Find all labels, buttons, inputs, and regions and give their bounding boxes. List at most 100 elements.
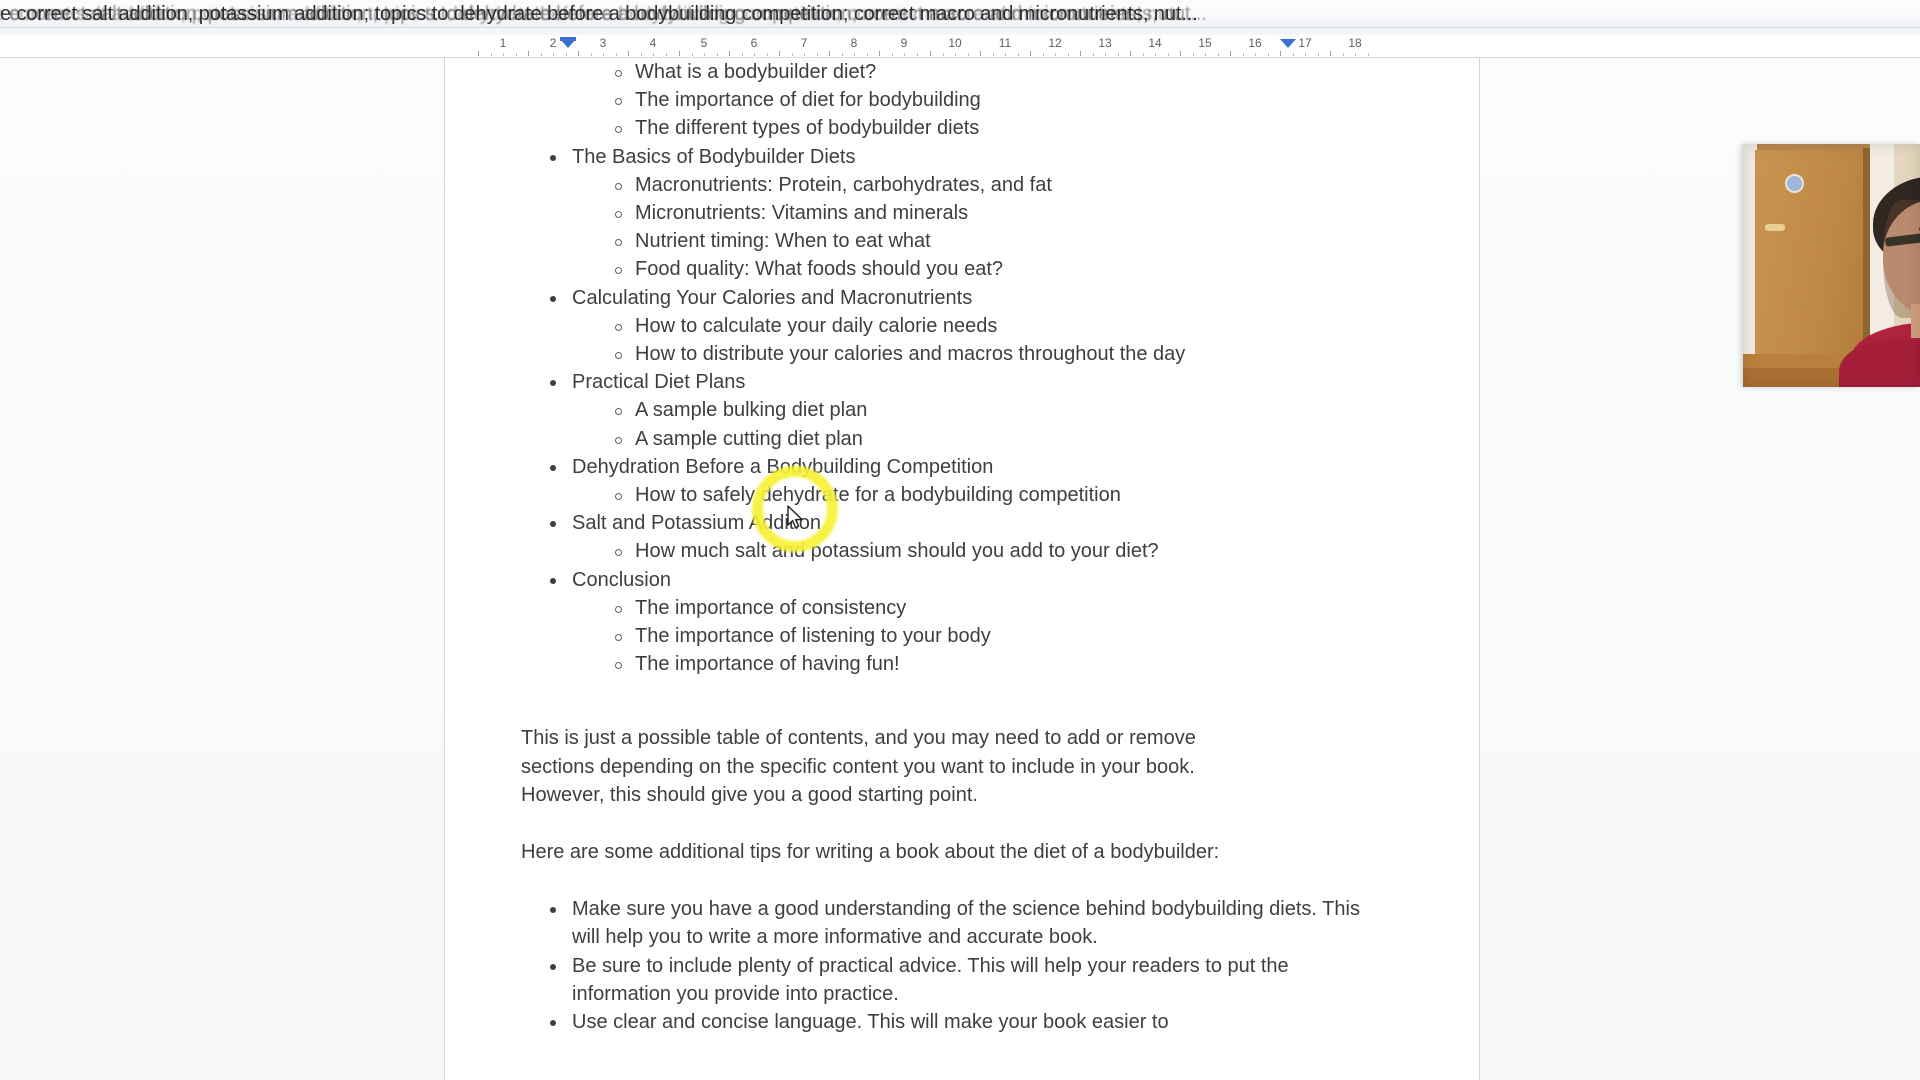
right-indent-marker[interactable] xyxy=(1280,39,1296,48)
outline-item-level2[interactable]: How much salt and potassium should you a… xyxy=(445,537,1479,565)
outline-item-level2[interactable]: The importance of diet for bodybuilding xyxy=(445,86,1479,114)
ruler-tick-label: 11 xyxy=(998,36,1012,50)
title-bar-text: e correct salt addition, potassium addit… xyxy=(0,3,1198,25)
outline-item-level2[interactable]: What is a bodybuilder diet? xyxy=(445,58,1479,86)
ruler-minor-tick xyxy=(1205,53,1206,56)
ruler-minor-tick xyxy=(691,53,693,56)
outline-item-level2[interactable]: How to distribute your calories and macr… xyxy=(445,340,1479,368)
tip-list-item[interactable]: Be sure to include plenty of practical a… xyxy=(445,952,1402,1008)
document-page[interactable]: What is a bodybuilder diet? The importanc… xyxy=(444,58,1480,1080)
ruler-minor-tick xyxy=(804,53,805,56)
ruler-tick xyxy=(1130,51,1131,56)
ruler-minor-tick xyxy=(1167,53,1169,56)
ruler-minor-tick xyxy=(1055,53,1056,56)
ruler-tick-label: 12 xyxy=(1048,36,1062,50)
ruler-left-margin xyxy=(0,35,444,57)
outline-item-level1[interactable]: Dehydration Before a Bodybuilding Compet… xyxy=(445,453,1479,481)
outline-item-level1[interactable]: The Basics of Bodybuilder Diets xyxy=(445,143,1479,171)
document-ruler[interactable]: 21123456789101112131415161718 xyxy=(444,35,1478,57)
ruler-minor-tick xyxy=(615,53,617,56)
ruler-minor-tick xyxy=(866,53,868,56)
outline-item-level1[interactable]: Practical Diet Plans xyxy=(445,368,1479,396)
ruler-tick-label: 6 xyxy=(750,36,758,50)
ruler-tick xyxy=(1080,51,1081,56)
outline-item-level2[interactable]: How to calculate your daily calorie need… xyxy=(445,312,1479,340)
paragraph-tips-intro: Here are some additional tips for writin… xyxy=(521,841,1220,864)
ruler-minor-tick xyxy=(967,53,969,56)
outline-item-level1[interactable]: Salt and Potassium Addition xyxy=(445,509,1479,537)
ruler-tick-label: 10 xyxy=(948,36,962,50)
outline-item-level2[interactable]: The importance of having fun! xyxy=(445,650,1479,678)
ruler-minor-tick xyxy=(1155,53,1156,56)
ruler-minor-tick xyxy=(1267,53,1269,56)
tip-list-item[interactable]: Make sure you have a good understanding … xyxy=(445,895,1402,951)
outline-item-level2[interactable]: Macronutrients: Protein, carbohydrates, … xyxy=(445,171,1479,199)
tip-list-item[interactable]: Use clear and concise language. This wil… xyxy=(445,1008,1402,1036)
ruler-tick-label: 2 xyxy=(549,36,557,50)
ruler-minor-tick xyxy=(1017,53,1019,56)
ruler-tick xyxy=(1180,51,1181,56)
ruler-tick xyxy=(1280,51,1281,56)
ruler-minor-tick xyxy=(992,53,994,56)
ruler-minor-tick xyxy=(891,53,893,56)
ruler-minor-tick xyxy=(942,53,944,56)
ruler-minor-tick xyxy=(1005,53,1006,56)
outline-item-level2[interactable]: How to safely dehydrate for a bodybuildi… xyxy=(445,481,1479,509)
ruler-tick-label: 13 xyxy=(1098,36,1112,50)
ruler-minor-tick xyxy=(590,53,592,56)
ruler-tick-label: 1 xyxy=(499,36,507,50)
ruler-minor-tick xyxy=(1067,53,1069,56)
outline-item-level2[interactable]: The different types of bodybuilder diets xyxy=(445,114,1479,142)
outline-item-level2[interactable]: A sample bulking diet plan xyxy=(445,396,1479,424)
outline-item-level2[interactable]: A sample cutting diet plan xyxy=(445,425,1479,453)
ruler-tick xyxy=(1230,51,1231,56)
ruler-tick-label: 4 xyxy=(649,36,657,50)
ruler-minor-tick xyxy=(1142,53,1144,56)
outline-item-level1[interactable]: Conclusion xyxy=(445,566,1479,594)
outline-item-level2[interactable]: The importance of listening to your body xyxy=(445,622,1479,650)
ruler-minor-tick xyxy=(704,53,705,56)
ruler-minor-tick xyxy=(1292,53,1294,56)
ruler-minor-tick xyxy=(904,53,905,56)
left-indent-bar[interactable] xyxy=(560,37,576,41)
paragraph-note: This is just a possible table of content… xyxy=(521,727,1196,806)
ruler-minor-tick xyxy=(1367,53,1369,56)
outline-item-level1[interactable]: Calculating Your Calories and Macronutri… xyxy=(445,284,1479,312)
ruler-minor-tick xyxy=(766,53,768,56)
outline-item-level2[interactable]: Food quality: What foods should you eat? xyxy=(445,255,1479,283)
outline-item-level2[interactable]: Micronutrients: Vitamins and minerals xyxy=(445,199,1479,227)
table-of-contents-outline: What is a bodybuilder diet? The importanc… xyxy=(445,58,1479,678)
webcam-overlay[interactable] xyxy=(1743,144,1920,387)
ruler-tick-label: 8 xyxy=(850,36,858,50)
ruler-minor-tick xyxy=(955,53,956,56)
ruler-right-margin xyxy=(1478,35,1920,57)
ruler-tick xyxy=(1330,51,1331,56)
window-title-bar: e correct salt addition, potassium addit… xyxy=(0,0,1920,28)
ruler-minor-tick xyxy=(1105,53,1106,56)
ruler-minor-tick xyxy=(553,53,554,56)
ruler-minor-tick xyxy=(1192,53,1194,56)
document-body[interactable]: What is a bodybuilder diet? The importanc… xyxy=(445,58,1479,1036)
ruler-tick xyxy=(980,51,981,56)
ruler-minor-tick xyxy=(1217,53,1219,56)
ruler-minor-tick xyxy=(1255,53,1256,56)
outline-item-level2[interactable]: Nutrient timing: When to eat what xyxy=(445,227,1479,255)
ruler-minor-tick xyxy=(1042,53,1044,56)
ruler-minor-tick xyxy=(1342,53,1344,56)
ruler-tick xyxy=(729,51,730,56)
ruler-tick xyxy=(829,51,830,56)
ruler-tick-label: 15 xyxy=(1198,36,1212,50)
ruler-minor-tick xyxy=(540,53,542,56)
ruler-minor-tick xyxy=(1305,53,1306,56)
outline-item-level2[interactable]: The importance of consistency xyxy=(445,594,1479,622)
ruler-minor-tick xyxy=(841,53,843,56)
ruler-minor-tick xyxy=(490,53,492,56)
ruler-minor-tick xyxy=(754,53,755,56)
ruler-minor-tick xyxy=(791,53,793,56)
ruler-tick-label: 14 xyxy=(1148,36,1162,50)
ruler-minor-tick xyxy=(854,53,855,56)
ruler-tick-label: 5 xyxy=(700,36,708,50)
